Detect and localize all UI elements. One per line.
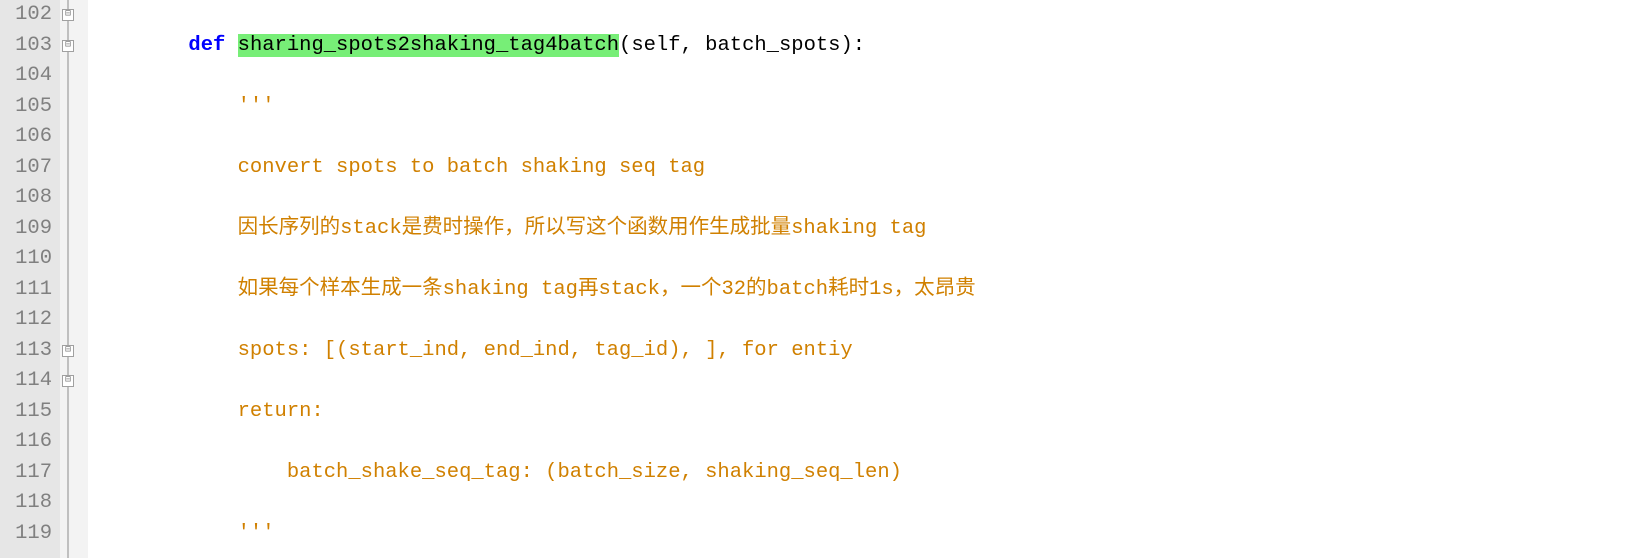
code-line[interactable]: ''' (90, 519, 1632, 550)
fold-toggle-icon[interactable]: ⊟ (62, 9, 74, 21)
code-area[interactable]: def sharing_spots2shaking_tag4batch(self… (88, 0, 1632, 558)
line-number-gutter: 102 103 104 105 106 107 108 109 110 111 … (0, 0, 60, 558)
line-number[interactable]: 108 (0, 183, 52, 214)
line-number[interactable]: 103 (0, 31, 52, 62)
docstring-text: convert spots to batch shaking seq tag (238, 156, 705, 179)
line-number[interactable]: 107 (0, 153, 52, 184)
fold-toggle-icon[interactable]: ⊟ (62, 375, 74, 387)
fold-toggle-icon[interactable]: ⊟ (62, 40, 74, 52)
code-line[interactable]: 因长序列的stack是费时操作，所以写这个函数用作生成批量shaking tag (90, 214, 1632, 245)
line-number[interactable]: 117 (0, 458, 52, 489)
line-number[interactable]: 109 (0, 214, 52, 245)
code-line[interactable]: return: (90, 397, 1632, 428)
line-number[interactable]: 112 (0, 305, 52, 336)
line-number[interactable]: 105 (0, 92, 52, 123)
code-line[interactable]: convert spots to batch shaking seq tag (90, 153, 1632, 184)
docstring-text: 因长序列的stack是费时操作，所以写这个函数用作生成批量shaking tag (238, 217, 927, 240)
line-number[interactable]: 115 (0, 397, 52, 428)
line-number[interactable]: 114 (0, 366, 52, 397)
line-number[interactable]: 111 (0, 275, 52, 306)
line-number[interactable]: 118 (0, 488, 52, 519)
code-line[interactable]: spots: [(start_ind, end_ind, tag_id), ],… (90, 336, 1632, 367)
line-number[interactable]: 116 (0, 427, 52, 458)
code-line[interactable]: batch_shake_seq_tag: (batch_size, shakin… (90, 458, 1632, 489)
code-line[interactable]: def sharing_spots2shaking_tag4batch(self… (90, 31, 1632, 62)
line-number[interactable]: 119 (0, 519, 52, 550)
code-line[interactable]: ''' (90, 92, 1632, 123)
fold-strip: ⊟ ⊟ ⊟ ⊟ (60, 0, 88, 558)
docstring-text: spots: [(start_ind, end_ind, tag_id), ],… (238, 339, 853, 362)
highlighted-function-name: sharing_spots2shaking_tag4batch (238, 34, 619, 57)
code-line[interactable]: 如果每个样本生成一条shaking tag再stack，一个32的batch耗时… (90, 275, 1632, 306)
line-number[interactable]: 110 (0, 244, 52, 275)
docstring-text: return: (238, 400, 336, 423)
docstring-close: ''' (238, 522, 275, 545)
line-number[interactable]: 104 (0, 61, 52, 92)
line-number[interactable]: 106 (0, 122, 52, 153)
keyword-def: def (188, 34, 225, 57)
fold-toggle-icon[interactable]: ⊟ (62, 345, 74, 357)
docstring-open: ''' (238, 95, 275, 118)
docstring-text: batch_shake_seq_tag: (batch_size, shakin… (287, 461, 902, 484)
docstring-text: 如果每个样本生成一条shaking tag再stack，一个32的batch耗时… (238, 278, 976, 301)
line-number[interactable]: 102 (0, 0, 52, 31)
line-number[interactable]: 113 (0, 336, 52, 367)
code-editor: 102 103 104 105 106 107 108 109 110 111 … (0, 0, 1632, 558)
